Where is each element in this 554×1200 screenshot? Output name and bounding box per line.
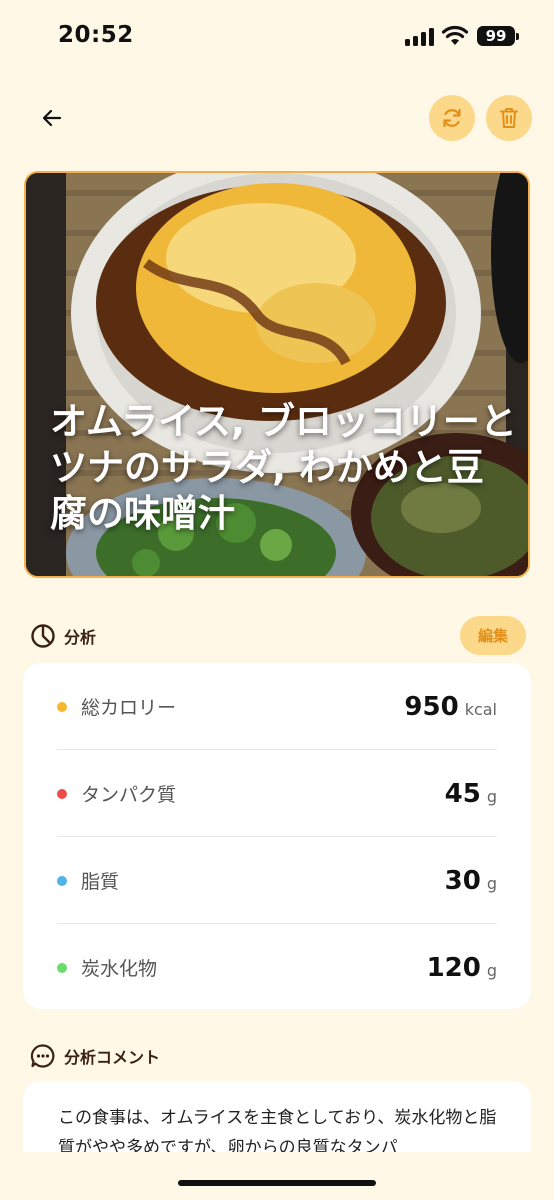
- nutrition-value: 45: [444, 778, 481, 809]
- home-bar-area: [0, 1152, 554, 1200]
- nutrition-value: 950: [404, 691, 459, 722]
- comment-section-header: 分析コメント: [30, 1043, 160, 1069]
- nutrition-unit: g: [486, 961, 497, 980]
- trash-icon: [500, 108, 518, 128]
- nutrition-unit: g: [486, 874, 497, 893]
- protein-dot: [57, 788, 67, 799]
- edit-button[interactable]: 編集: [460, 616, 526, 655]
- comment-title: 分析コメント: [64, 1048, 161, 1067]
- nutrition-value: 30: [444, 865, 481, 896]
- calories-dot: [57, 701, 67, 712]
- cellular-signal-icon: [405, 28, 435, 46]
- nutrition-label: 総カロリー: [81, 697, 177, 719]
- delete-button[interactable]: [486, 95, 532, 141]
- pie-chart-icon: [31, 624, 55, 648]
- nutrition-row-fat: 脂質 30 g: [57, 837, 497, 924]
- nutrition-label: 脂質: [81, 871, 120, 893]
- analysis-section-header: 分析: [30, 623, 96, 649]
- nutrition-row-calories: 総カロリー 950 kcal: [57, 663, 497, 750]
- meal-title: オムライス, ブロッコリーとツナのサラダ, わかめと豆腐の味噌汁: [50, 400, 517, 535]
- fat-dot: [57, 875, 67, 886]
- status-bar: 20:52 99: [0, 0, 554, 72]
- status-time: 20:52: [58, 22, 134, 48]
- nutrition-unit: g: [486, 787, 497, 806]
- wifi-icon: [441, 25, 469, 45]
- battery-icon: 99: [477, 26, 519, 46]
- chat-bubble-icon: [30, 1044, 55, 1068]
- nutrition-row-carbs: 炭水化物 120 g: [57, 924, 497, 1011]
- nutrition-value: 120: [426, 952, 481, 983]
- nutrition-unit: kcal: [464, 700, 497, 719]
- refresh-button[interactable]: [429, 95, 475, 141]
- arrow-left-icon: [42, 109, 62, 127]
- nutrition-label: タンパク質: [81, 784, 177, 806]
- nutrition-label: 炭水化物: [81, 958, 158, 980]
- refresh-icon: [443, 108, 461, 128]
- nutrition-card: 総カロリー 950 kcal タンパク質 45 g 脂質 30 g 炭水化物 1…: [23, 663, 531, 1009]
- carbs-dot: [57, 962, 67, 973]
- back-button[interactable]: [32, 98, 72, 138]
- home-indicator[interactable]: [178, 1180, 376, 1186]
- meal-photo-card: オムライス, ブロッコリーとツナのサラダ, わかめと豆腐の味噌汁: [24, 171, 530, 578]
- nutrition-row-protein: タンパク質 45 g: [57, 750, 497, 837]
- analysis-title: 分析: [64, 628, 97, 647]
